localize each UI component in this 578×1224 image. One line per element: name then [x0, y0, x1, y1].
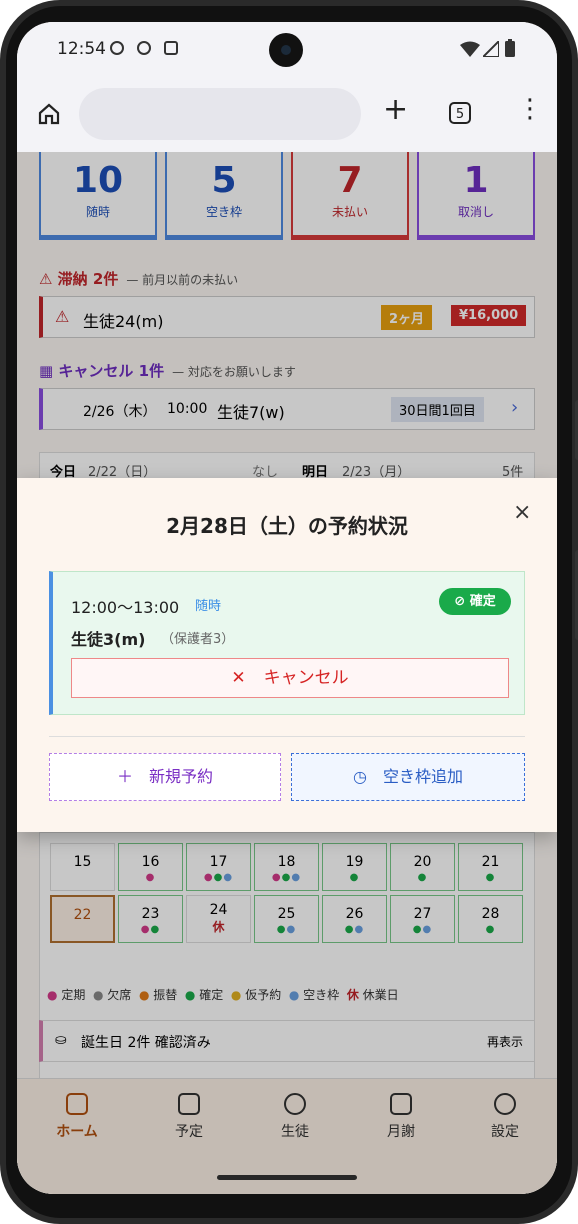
modal-title: 2月28日（土）の予約状況 [166, 514, 408, 538]
notification-icon [110, 41, 124, 55]
cancel-booking-button[interactable]: ✕ キャンセル [71, 658, 509, 698]
address-bar[interactable] [79, 88, 361, 140]
add-slot-button[interactable]: ◷ 空き枠追加 [291, 753, 525, 801]
plus-icon: ＋ [116, 767, 133, 786]
booking-time: 12:00〜13:00 [71, 598, 180, 617]
signal-icon [483, 41, 499, 57]
close-icon[interactable]: × [513, 500, 531, 525]
wifi-icon [460, 41, 480, 57]
menu-icon[interactable]: ⋮ [517, 94, 543, 124]
app-icon [164, 41, 178, 55]
front-camera [269, 33, 303, 67]
home-icon[interactable] [37, 102, 61, 126]
x-icon: ✕ [231, 668, 246, 688]
booking-card: 12:00〜13:00 随時 ⊘ 確定 生徒3(m) （保護者3） ✕ キャンセル [49, 571, 525, 715]
status-badge: ⊘ 確定 [439, 588, 511, 615]
new-reservation-button[interactable]: ＋新規予約 [49, 753, 281, 801]
screen: 12:54 + 5 ⋮ 10 随時 5 空き枠 7 未払い 1 取消し ⚠ 滞納… [17, 22, 557, 1194]
info-icon [137, 41, 151, 55]
status-time: 12:54 [57, 39, 106, 59]
clock-icon: ◷ [353, 767, 367, 786]
reservation-modal: 2月28日（土）の予約状況 × 12:00〜13:00 随時 ⊘ 確定 生徒3(… [17, 478, 557, 832]
browser-toolbar: + 5 ⋮ [17, 80, 557, 153]
status-bar: 12:54 [17, 22, 557, 80]
phone-frame: 12:54 + 5 ⋮ 10 随時 5 空き枠 7 未払い 1 取消し ⚠ 滞納… [0, 0, 578, 1224]
tab-switcher-button[interactable]: 5 [449, 102, 471, 124]
booking-type: 随時 [195, 599, 222, 614]
booking-guardian: （保護者3） [161, 632, 235, 647]
booking-student: 生徒3(m) [71, 630, 146, 649]
new-tab-button[interactable]: + [383, 92, 408, 127]
battery-icon [505, 39, 515, 57]
check-circle-icon: ⊘ [454, 594, 470, 609]
divider [49, 736, 525, 737]
